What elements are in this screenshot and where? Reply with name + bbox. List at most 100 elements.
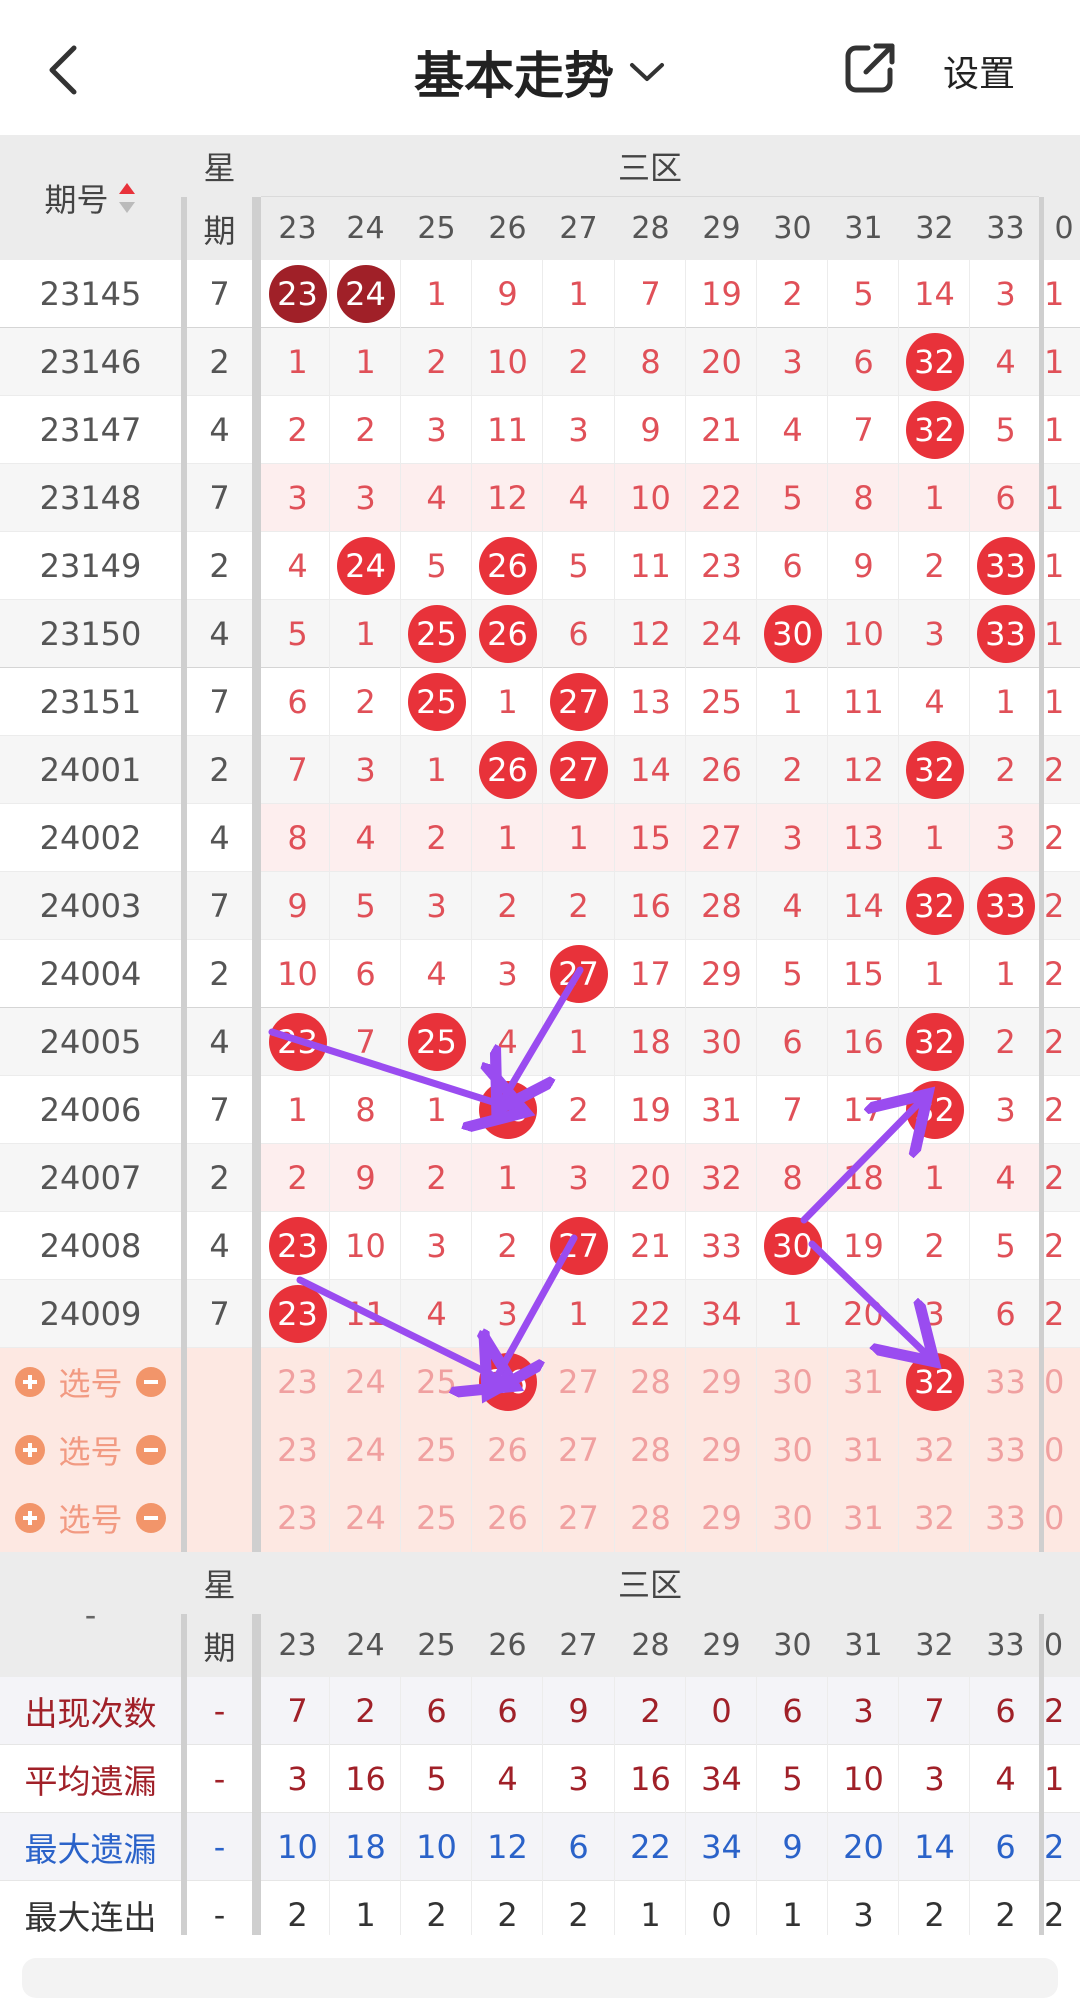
hit-ball[interactable]: 26	[478, 1081, 537, 1139]
hit-ball[interactable]: 27	[549, 945, 608, 1003]
miss-count: 1	[924, 955, 945, 993]
miss-count: 1	[782, 1295, 803, 1333]
hit-ball[interactable]: 32	[905, 1081, 964, 1139]
select-number[interactable]: 0	[1044, 1484, 1080, 1552]
hit-ball[interactable]: 26	[478, 741, 537, 799]
hit-ball[interactable]: 33	[976, 877, 1035, 935]
select-number[interactable]: 25	[401, 1348, 472, 1416]
hit-ball[interactable]: 26	[478, 537, 537, 595]
select-number[interactable]: 33	[970, 1416, 1041, 1484]
selected-ball[interactable]: 26	[478, 1353, 537, 1411]
select-number[interactable]: 31	[828, 1348, 899, 1416]
selected-ball[interactable]: 32	[905, 1353, 964, 1411]
select-number[interactable]: 24	[330, 1416, 401, 1484]
hit-ball[interactable]: 27	[549, 673, 608, 731]
miss-count: 1	[924, 819, 945, 857]
select-number[interactable]: 0	[1044, 1348, 1080, 1416]
chevron-down-icon	[630, 63, 664, 81]
hit-ball[interactable]: 33	[976, 537, 1035, 595]
issue-header-label: 期号	[44, 180, 109, 219]
hit-ball[interactable]: 32	[905, 1013, 964, 1071]
hit-ball[interactable]: 27	[549, 1217, 608, 1275]
select-number[interactable]: 0	[1044, 1416, 1080, 1484]
week-header-char-1: 星	[203, 149, 236, 187]
select-number[interactable]: 31	[828, 1484, 899, 1552]
miss-count: 1	[355, 615, 376, 653]
select-number[interactable]: 23	[262, 1416, 333, 1484]
hit-ball[interactable]: 33	[976, 605, 1035, 663]
miss-count: 1	[1044, 547, 1065, 585]
select-number[interactable]: 23	[262, 1484, 333, 1552]
miss-count: 1	[924, 1159, 945, 1197]
select-number[interactable]: 25	[401, 1484, 472, 1552]
minus-icon[interactable]	[135, 1434, 167, 1466]
select-number[interactable]: 32	[899, 1416, 970, 1484]
stats-value: 7	[287, 1692, 308, 1730]
select-number[interactable]: 29	[686, 1416, 757, 1484]
select-number[interactable]: 29	[686, 1484, 757, 1552]
select-number[interactable]: 30	[757, 1416, 828, 1484]
page-title-wrap[interactable]: 基本走势	[0, 36, 1080, 108]
hit-ball[interactable]: 23	[268, 1285, 327, 1343]
hit-ball[interactable]: 32	[905, 333, 964, 391]
settings-button[interactable]: 设置	[943, 45, 1015, 97]
select-number[interactable]: 27	[543, 1416, 614, 1484]
miss-count: 2	[287, 411, 308, 449]
hit-ball[interactable]: 26	[478, 605, 537, 663]
hit-ball[interactable]: 30	[763, 1217, 822, 1275]
select-number[interactable]: 23	[262, 1348, 333, 1416]
stats-col-line	[898, 1677, 899, 1935]
select-number[interactable]: 30	[757, 1484, 828, 1552]
stats-value: 2	[426, 1896, 447, 1934]
select-number[interactable]: 24	[330, 1484, 401, 1552]
hit-ball[interactable]: 23	[268, 1217, 327, 1275]
issue-column-header[interactable]: 期号	[0, 135, 181, 260]
stats-value: 3	[853, 1896, 874, 1934]
select-number[interactable]: 27	[543, 1484, 614, 1552]
minus-icon[interactable]	[135, 1366, 167, 1398]
hit-ball[interactable]: 25	[407, 1013, 466, 1071]
select-number[interactable]: 26	[472, 1484, 543, 1552]
hit-ball[interactable]: 32	[905, 401, 964, 459]
plus-icon[interactable]	[14, 1502, 46, 1534]
select-number[interactable]: 33	[970, 1348, 1041, 1416]
hit-ball[interactable]: 25	[407, 605, 466, 663]
stats-value: 7	[924, 1692, 945, 1730]
select-number[interactable]: 30	[757, 1348, 828, 1416]
plus-icon[interactable]	[14, 1366, 46, 1398]
issue-number: 24005	[39, 1023, 142, 1061]
miss-count: 3	[568, 411, 589, 449]
hit-ball[interactable]: 25	[407, 673, 466, 731]
select-number[interactable]: 32	[899, 1484, 970, 1552]
hit-ball[interactable]: 27	[549, 741, 608, 799]
select-sep-mid	[252, 1348, 261, 1552]
miss-count: 3	[924, 1295, 945, 1333]
stats-zone-header: 三区	[617, 1566, 682, 1604]
plus-icon[interactable]	[14, 1434, 46, 1466]
select-number[interactable]: 33	[970, 1484, 1041, 1552]
share-icon[interactable]	[840, 38, 900, 98]
miss-count: 13	[630, 683, 671, 721]
select-number[interactable]: 26	[472, 1416, 543, 1484]
hit-ball[interactable]: 24	[336, 265, 395, 323]
select-number[interactable]: 29	[686, 1348, 757, 1416]
hit-ball[interactable]: 32	[905, 741, 964, 799]
hit-ball[interactable]: 32	[905, 877, 964, 935]
select-number[interactable]: 28	[615, 1348, 686, 1416]
hit-ball[interactable]: 30	[763, 605, 822, 663]
stats-value: 10	[416, 1828, 457, 1866]
hit-ball[interactable]: 23	[268, 1013, 327, 1071]
select-number[interactable]: 25	[401, 1416, 472, 1484]
select-number[interactable]: 27	[543, 1348, 614, 1416]
select-number[interactable]: 31	[828, 1416, 899, 1484]
minus-icon[interactable]	[135, 1502, 167, 1534]
hit-ball[interactable]: 24	[336, 537, 395, 595]
miss-count: 2	[1044, 1227, 1065, 1265]
select-number[interactable]: 28	[615, 1484, 686, 1552]
hit-ball[interactable]: 23	[268, 265, 327, 323]
select-number[interactable]: 28	[615, 1416, 686, 1484]
rows-col-line	[614, 260, 615, 1348]
trend-table: 期号星期三区 23 24 25 26 27 28 29 30 31 32 33 0 23145 7 23 24 1…	[0, 135, 1080, 1935]
miss-count: 11	[630, 547, 671, 585]
select-number[interactable]: 24	[330, 1348, 401, 1416]
